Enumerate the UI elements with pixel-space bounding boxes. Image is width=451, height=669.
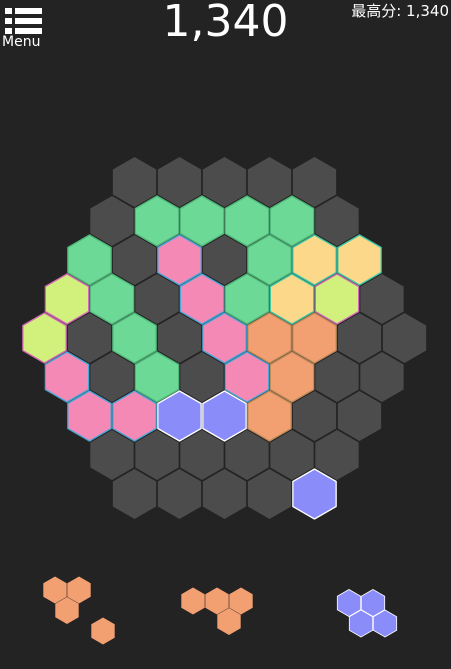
piece-slot-2[interactable] xyxy=(178,586,278,656)
hex-board[interactable] xyxy=(0,0,451,669)
hex-cell-empty[interactable] xyxy=(247,469,292,519)
piece-hex-orange xyxy=(91,617,115,645)
piece-1[interactable] xyxy=(43,576,115,645)
hex-cell-empty[interactable] xyxy=(157,469,202,519)
hex-cell-empty[interactable] xyxy=(360,352,404,402)
piece-slot-1[interactable] xyxy=(40,575,120,660)
hex-cell-empty[interactable] xyxy=(337,391,382,441)
hex-cell-empty[interactable] xyxy=(202,469,247,519)
hex-cell-blue[interactable] xyxy=(292,468,337,520)
piece-2[interactable] xyxy=(181,587,253,636)
hex-cell-empty[interactable] xyxy=(382,313,427,363)
piece-slot-3[interactable] xyxy=(334,588,424,653)
piece-3[interactable] xyxy=(336,589,398,638)
piece-hex-orange xyxy=(181,587,205,615)
hex-cell-empty[interactable] xyxy=(112,469,157,519)
